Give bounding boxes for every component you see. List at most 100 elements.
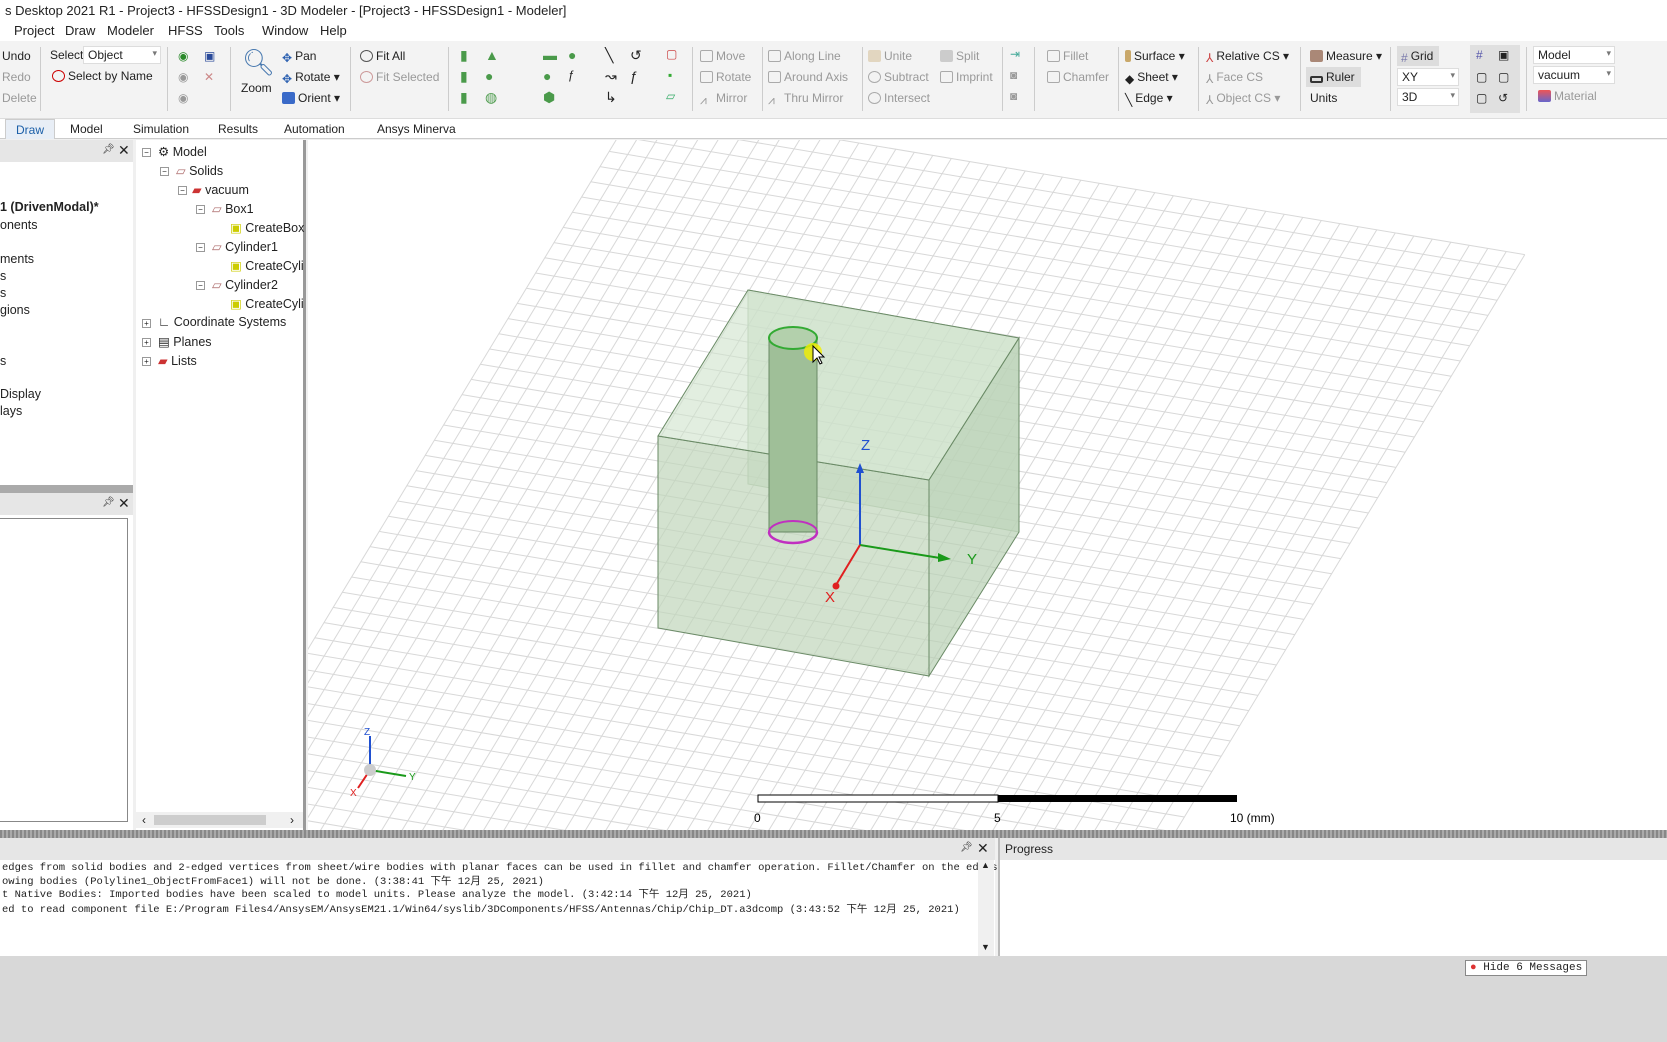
menu-modeler[interactable]: Modeler [107,23,154,38]
close-icon[interactable]: ✕ [118,495,130,512]
rotate-button[interactable]: Rotate [700,70,751,84]
collapse-icon[interactable]: − [196,205,205,214]
show-icon[interactable]: ◉ [178,49,188,63]
sweep-around-icon[interactable]: ◙ [1010,68,1017,82]
tree-item[interactable]: gions [0,303,30,317]
sweep-icon[interactable]: ⇥ [1010,47,1020,61]
fillet-button[interactable]: Fillet [1047,49,1088,63]
expand-icon[interactable]: + [142,338,151,347]
collapse-icon[interactable]: − [142,148,151,157]
redo-button[interactable]: Redo [2,70,31,84]
collapse-icon[interactable]: − [196,281,205,290]
plane-icon[interactable]: ⏥ [666,89,675,103]
panel-splitter[interactable] [0,485,133,493]
tree-lists[interactable]: ▰ Lists [158,353,197,368]
undo-button[interactable]: Undo [2,49,31,63]
hide-icon[interactable]: ◉ [178,70,188,84]
measure-button[interactable]: Measure ▾ [1310,49,1382,63]
tree-item[interactable]: s [0,269,6,283]
vertical-scrollbar[interactable]: ▲ ▼ [978,860,994,956]
grid-plane-dropdown[interactable]: XY [1397,68,1459,86]
hide-messages-button[interactable]: ● Hide 6 Messages [1465,960,1588,976]
draw-ellipse-icon[interactable]: ● [568,47,576,63]
collapse-icon[interactable]: − [160,167,169,176]
orient-button[interactable]: Orient ▾ [282,91,340,105]
expand-icon[interactable]: + [142,319,151,328]
menu-hfss[interactable]: HFSS [168,23,203,38]
pin-icon[interactable]: 📌︎ [102,144,115,155]
tree-coordinate-systems[interactable]: ∟ Coordinate Systems [158,315,286,329]
snap-edge-icon[interactable]: ▢ [1498,70,1509,84]
3d-viewport[interactable]: X Y Z Z Y X 0 5 10 (mm) [308,140,1667,830]
snap-quadrant-icon[interactable]: ↺ [1498,91,1508,105]
snap-vertex-icon[interactable]: ▢ [1476,70,1487,84]
material-button[interactable]: Material [1538,89,1597,103]
draw-polyhedron-icon[interactable]: ▮ [460,89,468,106]
split-button[interactable]: Split [940,49,979,63]
menu-draw[interactable]: Draw [65,23,95,38]
model-dropdown[interactable]: Model [1533,46,1615,64]
sheet-button[interactable]: ◆ Sheet ▾ [1125,70,1178,86]
snap-face-icon[interactable]: ▢ [1476,91,1487,105]
material-dropdown[interactable]: vacuum [1533,66,1615,84]
tree-item[interactable]: lays [0,404,22,418]
units-button[interactable]: Units [1310,91,1337,105]
relative-cs-button[interactable]: ⅄ Relative CS ▾ [1206,49,1289,65]
draw-polygon-icon[interactable]: ⬢ [543,89,555,106]
hide-other-icon[interactable]: ◉ [178,91,188,105]
tree-model[interactable]: ⚙︎ Model [158,144,207,159]
sweep-path-icon[interactable]: ◙ [1010,89,1017,103]
tree-box1[interactable]: ▱ Box1 [212,201,254,216]
tree-cylinder1[interactable]: ▱ Cylinder1 [212,239,278,254]
draw-torus-icon[interactable]: ◍ [485,89,497,106]
tree-createcylinder[interactable]: ▣ CreateCyli [230,258,304,273]
show-all-icon[interactable]: ▣ [204,49,215,63]
surface-button[interactable]: Surface ▾ [1125,49,1185,63]
mirror-button[interactable]: ⩘ Mirror [700,91,747,107]
viewport-canvas[interactable]: X Y Z Z Y X 0 5 10 (mm) [308,140,1667,830]
tree-solids[interactable]: ▱ Solids [176,163,223,178]
move-button[interactable]: Move [700,49,745,63]
horizontal-splitter[interactable] [0,830,1667,838]
draw-cone-icon[interactable]: ▲ [485,47,499,63]
region-icon[interactable]: ▢ [666,47,677,61]
tree-createbox[interactable]: ▣ CreateBox [230,220,304,235]
scrollbar-thumb[interactable] [154,815,266,825]
draw-line-icon[interactable]: ╲ [605,47,613,64]
object-cs-button[interactable]: ⅄ Object CS ▾ [1206,91,1280,107]
ruler-button[interactable]: Ruler [1306,67,1361,87]
scroll-left-icon[interactable]: ‹ [142,813,146,827]
tab-results[interactable]: Results [218,122,258,136]
tab-draw[interactable]: Draw [5,119,56,139]
tree-item[interactable]: ments [0,252,34,266]
select-by-name-button[interactable]: Select by Name [52,69,153,83]
tree-item[interactable]: s [0,354,6,368]
scroll-up-icon[interactable]: ▲ [981,860,990,870]
tab-automation[interactable]: Automation [284,122,345,136]
tree-planes[interactable]: ▤ Planes [158,334,212,349]
zoom-button[interactable]: Zoom [241,81,272,95]
along-line-button[interactable]: Along Line [768,49,841,63]
draw-box-icon[interactable]: ▮ [460,47,468,64]
snap-center-icon[interactable]: ▣ [1498,48,1509,62]
pan-button[interactable]: ✥ Pan [282,49,316,65]
grid-dimension-dropdown[interactable]: 3D [1397,88,1459,106]
draw-cylinder-icon[interactable]: ▮ [460,68,468,85]
delete-button[interactable]: Delete [2,91,37,105]
menu-help[interactable]: Help [320,23,347,38]
draw-rectangle-icon[interactable]: ▬ [543,47,557,63]
close-icon[interactable]: ✕ [977,840,989,857]
tree-vacuum[interactable]: ▰ vacuum [192,182,249,197]
pin-icon[interactable]: 📌︎ [102,497,115,508]
scroll-right-icon[interactable]: › [290,813,294,827]
menu-window[interactable]: Window [262,23,308,38]
edge-button[interactable]: ╲ Edge ▾ [1125,91,1173,107]
tree-createcylinder[interactable]: ▣ CreateCyli [230,296,304,311]
tab-simulation[interactable]: Simulation [133,122,189,136]
grid-button[interactable]: # Grid [1397,46,1440,66]
unite-button[interactable]: Unite [868,49,912,63]
tree-cylinder2[interactable]: ▱ Cylinder2 [212,277,278,292]
menu-tools[interactable]: Tools [214,23,244,38]
thru-mirror-button[interactable]: ⩘ Thru Mirror [768,91,843,107]
draw-equation-surface-icon[interactable]: ƒ [568,68,575,82]
